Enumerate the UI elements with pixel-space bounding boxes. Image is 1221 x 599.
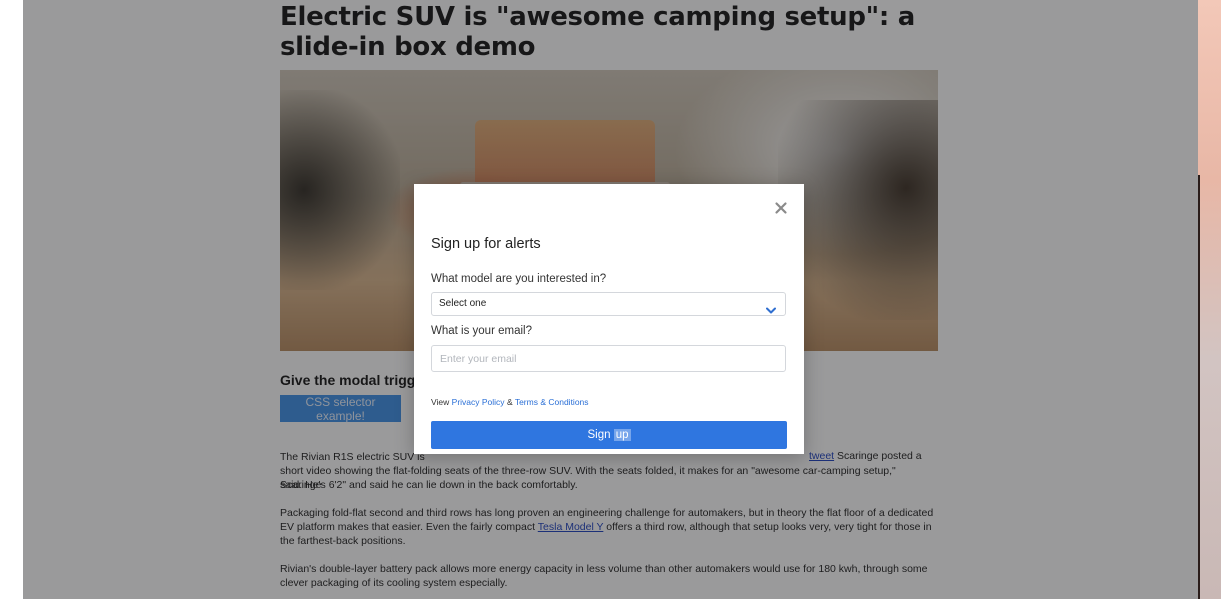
model-select-value: Select one	[439, 298, 487, 309]
model-label: What model are you interested in?	[431, 273, 607, 285]
signup-label: Sign	[587, 429, 614, 441]
legal-amp: &	[506, 397, 513, 407]
legal-text: View Privacy Policy & Terms & Conditions	[431, 397, 589, 407]
window-edge	[1198, 0, 1221, 599]
signup-modal: Sign up for alerts What model are you in…	[414, 184, 804, 454]
signup-button[interactable]: Sign up	[431, 421, 787, 449]
privacy-policy-link[interactable]: Privacy Policy	[452, 397, 505, 407]
signup-label-highlight: up	[613, 429, 631, 441]
chevron-down-icon	[766, 301, 776, 319]
email-label: What is your email?	[431, 325, 532, 337]
email-input[interactable]	[431, 345, 786, 372]
model-select[interactable]: Select one	[431, 292, 786, 316]
edge-shadow	[1198, 175, 1200, 599]
terms-link[interactable]: Terms & Conditions	[515, 397, 589, 407]
legal-prefix: View	[431, 397, 450, 407]
close-icon[interactable]	[774, 201, 788, 215]
modal-title: Sign up for alerts	[431, 236, 541, 252]
